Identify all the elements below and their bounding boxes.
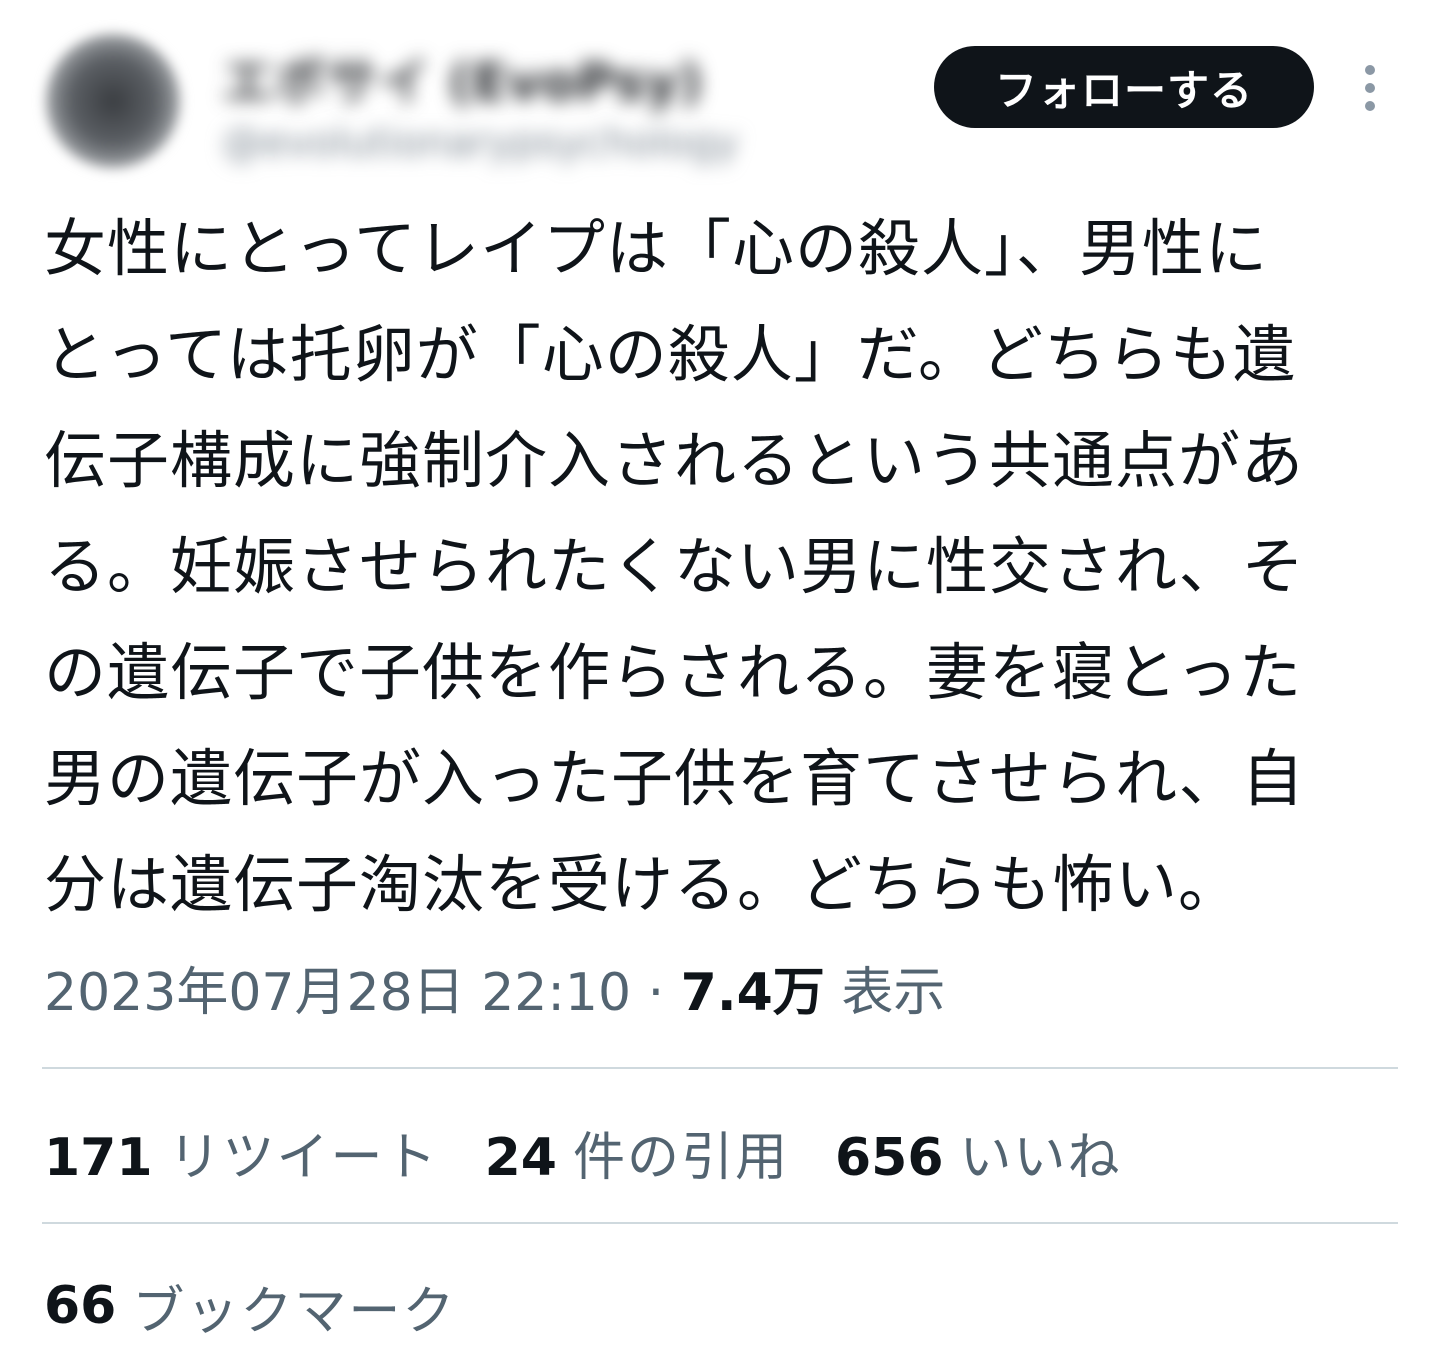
quotes-count: 24: [484, 1127, 557, 1188]
quotes-stat[interactable]: 24 件の引用: [485, 1115, 789, 1190]
engagement-stats: 171 リツイート 24 件の引用 656 いいね: [44, 1112, 1168, 1192]
quotes-label: 件の引用: [572, 1127, 789, 1188]
tweet-timestamp[interactable]: 2023年07月28日 22:10: [44, 963, 631, 1023]
retweets-count: 171: [44, 1127, 153, 1188]
views-label: 表示: [841, 963, 946, 1023]
divider: [42, 1067, 1398, 1069]
views-count: 7.4万: [680, 963, 825, 1023]
retweets-label: リツイート: [168, 1127, 439, 1188]
tweet-header: エボサイ (EvoPsy) @evolutionarypsychology フォ…: [0, 0, 1440, 180]
author-info[interactable]: エボサイ (EvoPsy) @evolutionarypsychology: [222, 40, 742, 170]
author-display-name[interactable]: エボサイ (EvoPsy): [222, 40, 703, 115]
bookmarks-label: ブックマーク: [132, 1281, 457, 1342]
author-handle[interactable]: @evolutionarypsychology: [222, 120, 739, 166]
tweet-text-line: 男の遺伝子が入った子供を育てさせられ、自: [44, 742, 1305, 815]
tweet-text-line: 伝子構成に強制介入されるという共通点があ: [44, 424, 1305, 497]
meta-separator: ·: [647, 963, 665, 1023]
tweet-text-line: る。妊娠させられたくない男に性交され、そ: [44, 530, 1305, 603]
bookmarks-count: 66: [44, 1276, 117, 1336]
more-vertical-icon[interactable]: [1350, 60, 1390, 116]
avatar[interactable]: [46, 34, 180, 168]
tweet-text-line: 女性にとってレイプは「心の殺人」、男性に: [44, 212, 1269, 285]
divider: [42, 1222, 1398, 1224]
follow-button[interactable]: フォローする: [934, 46, 1314, 128]
tweet-text-line: の遺伝子で子供を作らされる。妻を寝とった: [44, 636, 1303, 709]
retweets-stat[interactable]: 171 リツイート: [44, 1115, 439, 1190]
tweet-text: 女性にとってレイプは「心の殺人」、男性に とっては托卵が「心の殺人」だ。どちらも遺…: [44, 196, 1394, 938]
bookmarks-stat[interactable]: 66 ブックマーク: [44, 1266, 456, 1346]
tweet-text-line: とっては托卵が「心の殺人」だ。どちらも遺: [44, 318, 1296, 391]
tweet-meta: 2023年07月28日 22:10 · 7.4万 表示: [44, 958, 945, 1028]
likes-count: 656: [834, 1127, 944, 1188]
likes-stat[interactable]: 656 いいね: [835, 1115, 1122, 1190]
likes-label: いいね: [959, 1127, 1122, 1188]
tweet-text-line: 分は遺伝子淘汰を受ける。どちらも怖い。: [44, 848, 1242, 921]
